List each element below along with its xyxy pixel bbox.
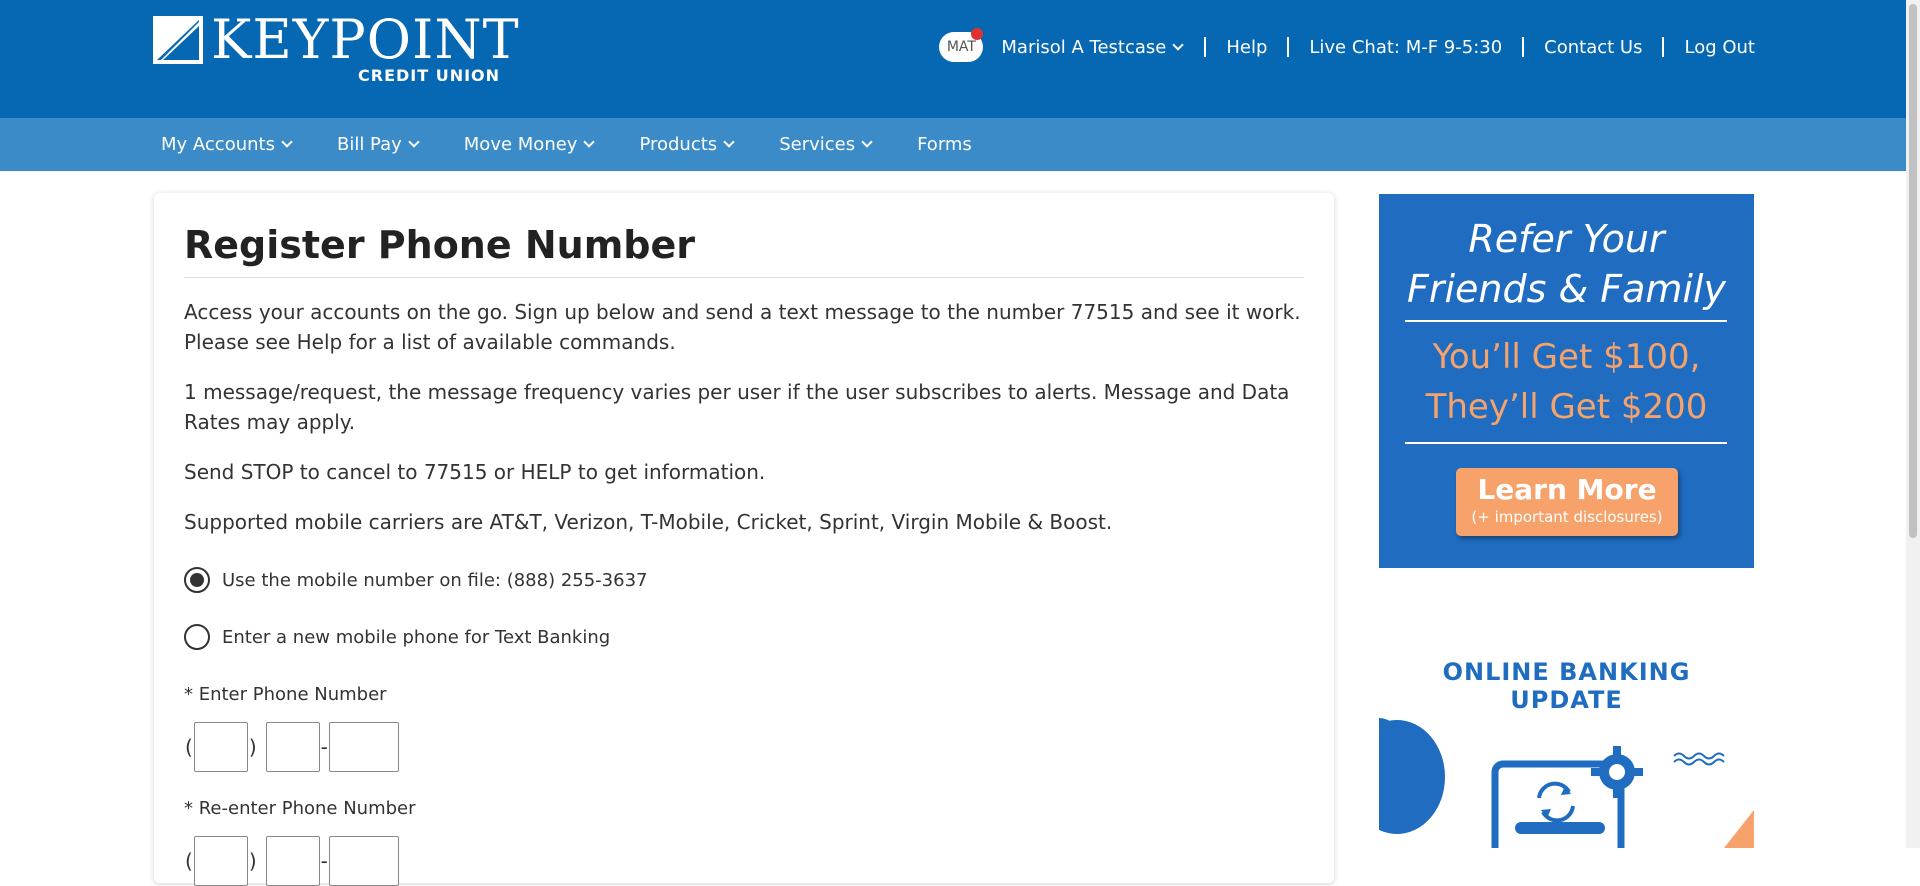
referral-heading: Refer Your Friends & Family [1379,214,1754,314]
referral-ad[interactable]: Refer Your Friends & Family You’ll Get $… [1379,194,1754,568]
nav-item-label: Forms [917,134,972,155]
nav-item-label: Move Money [463,134,578,155]
nav-item-label: My Accounts [161,134,275,155]
chevron-down-icon [583,136,596,148]
nav-item-my-accounts[interactable]: My Accounts [161,118,293,171]
site-header: KEYPOINT CREDIT UNION MAT Marisol A Test… [0,0,1906,118]
radio-dot [190,573,204,587]
rates-paragraph: 1 message/request, the message frequency… [184,380,1290,434]
referral-offer-line2: They’ll Get $200 [1425,387,1708,427]
option-label: Use the mobile number on file: (888) 255… [222,569,648,591]
utility-bar: MAT Marisol A Testcase Help Live Chat: M… [939,28,1755,64]
notification-dot [971,28,984,40]
nav-item-move-money[interactable]: Move Money [463,118,596,171]
brand-subtitle: CREDIT UNION [358,66,501,85]
page-scrollbar[interactable] [1906,0,1920,848]
update-illustration-icon [1379,718,1754,848]
avatar-initials: MAT [946,39,976,55]
nav-item-label: Products [639,134,718,155]
phone-label: * Enter Phone Number [184,684,387,705]
intro-paragraph: Access your accounts on the go. Sign up … [184,300,1301,354]
paren-open: ( [185,849,193,873]
area-code-input[interactable] [193,722,248,772]
phone-reenter-label: * Re-enter Phone Number [184,798,416,819]
help-link[interactable]: Help [1206,37,1287,58]
avatar: MAT [939,28,984,62]
prefix-input[interactable] [265,722,320,772]
contact-us-link[interactable]: Contact Us [1524,37,1662,58]
chevron-down-icon [723,136,735,148]
nav-item-services[interactable]: Services [779,118,873,171]
line-number-input[interactable] [328,722,399,772]
nav-item-bill-pay[interactable]: Bill Pay [336,118,420,171]
paren-close: ) [248,849,257,873]
carriers-paragraph: Supported mobile carriers are AT&T, Veri… [184,510,1113,534]
phone-reenter-input-group: ( ) - [184,836,399,886]
disclosures-label: (+ important disclosures) [1471,508,1663,526]
main-nav: My Accounts Bill Pay Move Money Products… [0,118,1906,171]
nav-item-forms[interactable]: Forms [917,118,972,171]
keypoint-logo[interactable]: KEYPOINT CREDIT UNION [153,10,519,90]
ad-divider [1405,320,1727,322]
nav-item-products[interactable]: Products [639,118,735,171]
title-divider [184,277,1304,278]
option-label: Enter a new mobile phone for Text Bankin… [222,626,611,648]
reenter-prefix-input[interactable] [265,836,320,886]
paren-open: ( [185,735,193,759]
reenter-area-code-input[interactable] [193,836,248,886]
nav-item-label: Services [779,134,856,155]
nav-item-label: Bill Pay [336,134,402,155]
user-name: Marisol A Testcase [1001,36,1167,58]
chevron-down-icon [281,136,293,148]
referral-heading-line1: Refer Your [1468,217,1665,261]
referral-offer-line1: You’ll Get $100, [1432,337,1701,377]
option-new-mobile[interactable]: Enter a new mobile phone for Text Bankin… [184,624,610,650]
radio-unselected[interactable] [184,624,210,650]
chevron-down-icon [1172,38,1184,51]
stop-help-paragraph: Send STOP to cancel to 77515 or HELP to … [184,460,766,484]
chevron-down-icon [861,136,873,148]
learn-more-label: Learn More [1477,473,1657,506]
register-phone-card: Register Phone Number Access your accoun… [154,193,1334,886]
phone-number-input-group: ( ) - [184,722,399,772]
logo-mark-icon [153,16,203,64]
paren-close: ) [248,735,257,759]
brand-name: KEYPOINT [211,8,520,71]
referral-heading-line2: Friends & Family [1407,267,1726,311]
reenter-line-number-input[interactable] [328,836,399,886]
user-menu[interactable]: MAT Marisol A Testcase [939,28,1204,62]
radio-selected[interactable] [184,567,210,593]
learn-more-button[interactable]: Learn More (+ important disclosures) [1456,468,1678,536]
scrollbar-thumb[interactable] [1909,4,1917,538]
live-chat-link[interactable]: Live Chat: M-F 9-5:30 [1289,37,1522,58]
page-title: Register Phone Number [184,223,696,267]
online-banking-update-ad[interactable]: ONLINE BANKING UPDATE [1379,640,1754,848]
dash: - [320,849,328,873]
ad-divider [1405,442,1727,444]
option-mobile-on-file[interactable]: Use the mobile number on file: (888) 255… [184,567,647,593]
dash: - [320,735,328,759]
log-out-link[interactable]: Log Out [1664,37,1755,58]
referral-offer: You’ll Get $100, They’ll Get $200 [1379,332,1754,432]
chevron-down-icon [408,136,420,148]
